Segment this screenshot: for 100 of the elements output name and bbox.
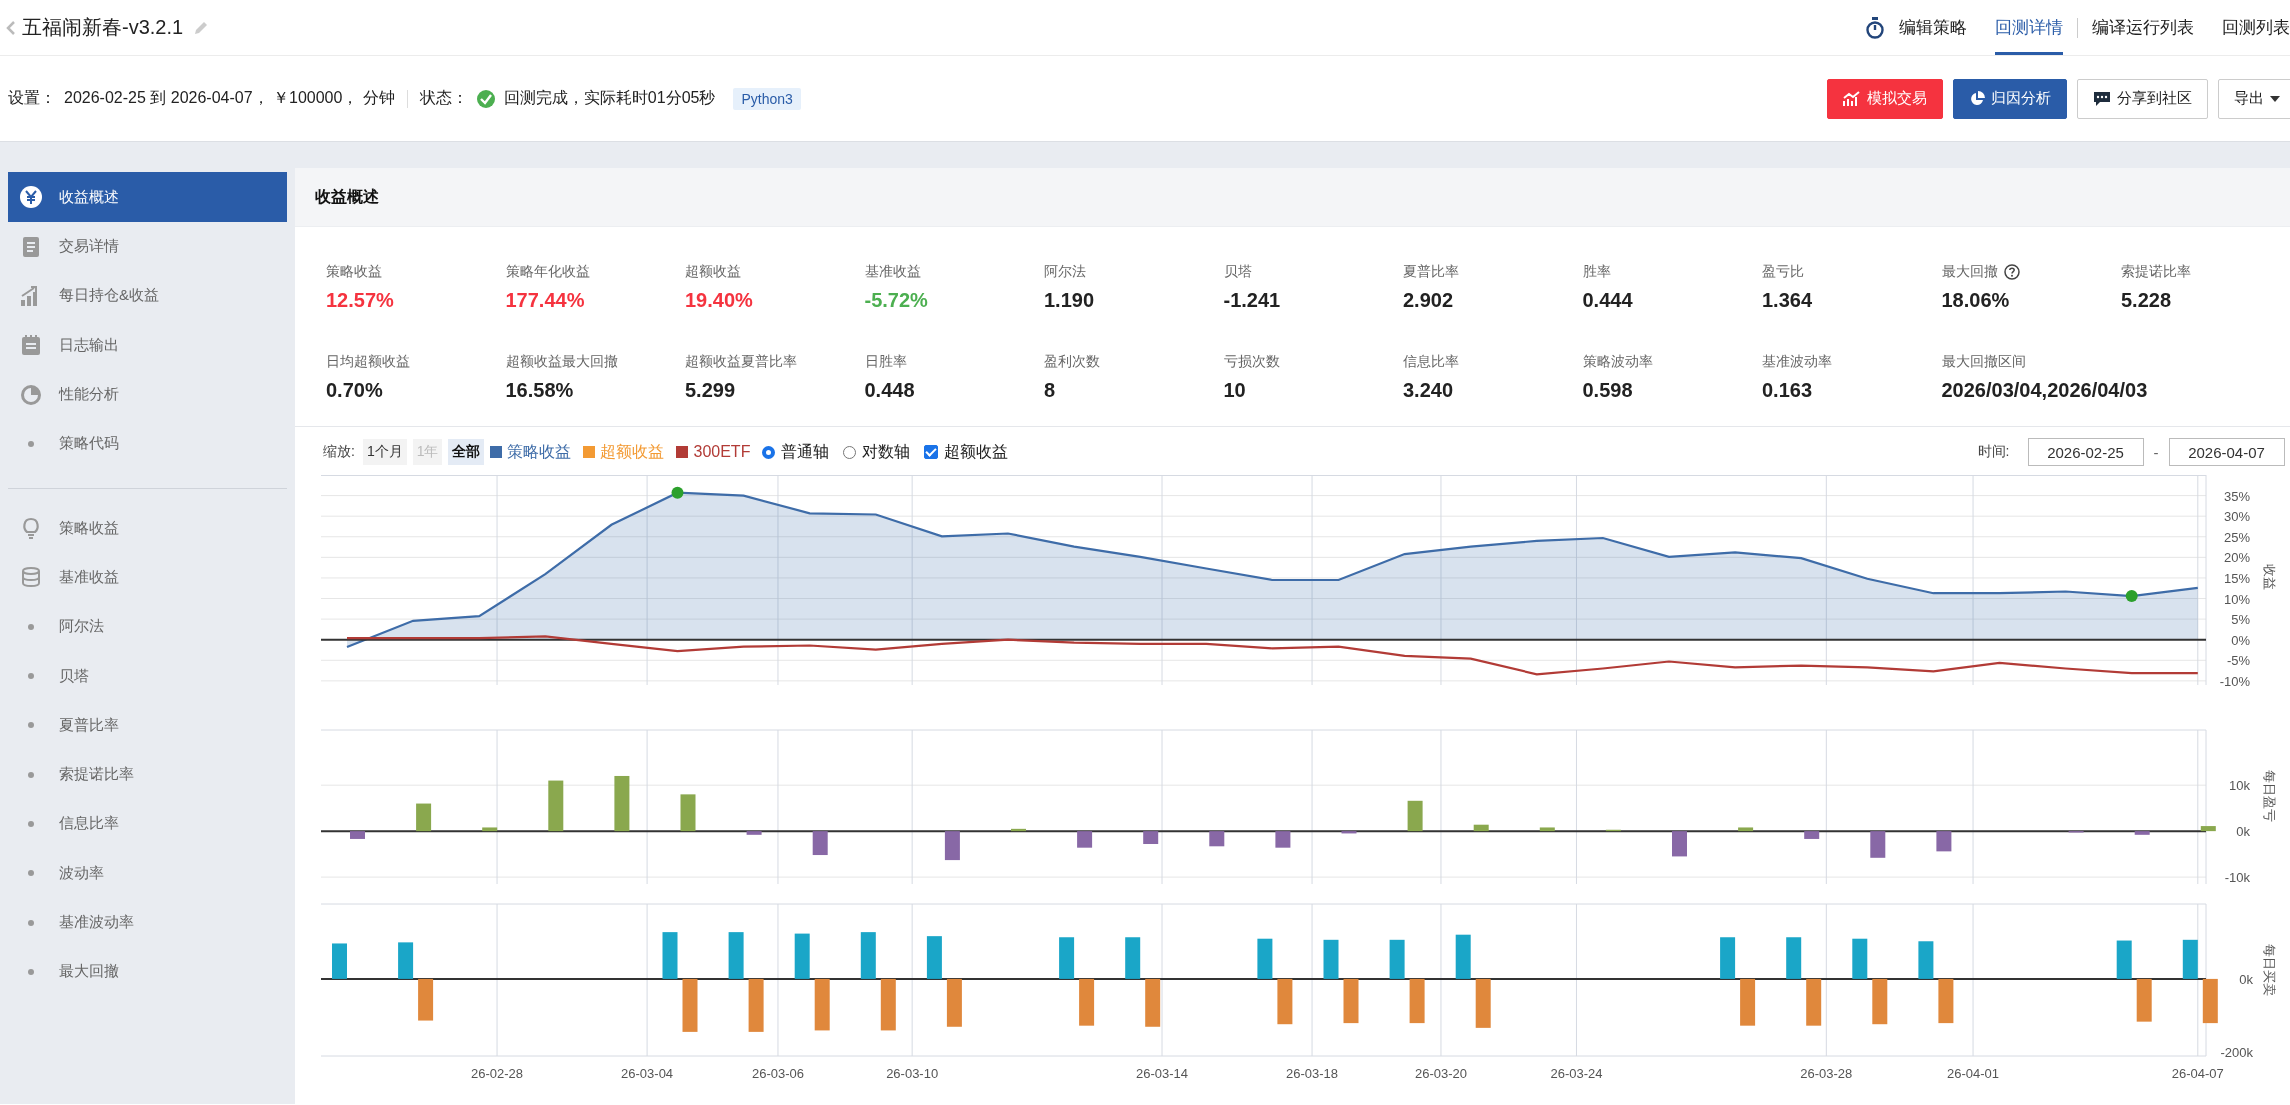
bullet-icon [28, 820, 34, 827]
sidebar-item[interactable]: 基准波动率 [8, 897, 287, 948]
sidebar-item[interactable]: 信息比率 [8, 799, 287, 849]
chart-bar [1341, 831, 1357, 834]
chart-bar [1918, 941, 1934, 979]
sidebar-item[interactable]: 夏普比率 [8, 700, 287, 750]
settings-value: 2026-02-25 到 2026-04-07， ￥100000， 分钟 [64, 88, 395, 108]
axis-label: 26-03-24 [1550, 1066, 1603, 1081]
chart-bar [2134, 831, 2150, 835]
axis-label: 26-03-20 [1414, 1066, 1467, 1081]
chart-bar [416, 803, 432, 832]
sidebar-item[interactable]: 索提诺比率 [8, 749, 287, 800]
axis-label: 26-03-14 [1136, 1066, 1189, 1081]
bullet-icon [28, 771, 34, 778]
metric-label: 最大回撤区间 [1941, 352, 2026, 371]
nav-tab[interactable]: 编辑策略 [1899, 0, 1967, 55]
range-separator: - [2153, 443, 2159, 461]
chart-bar [1407, 800, 1423, 832]
metric-label: 阿尔法 [1044, 263, 1086, 281]
sidebar-item[interactable]: 收益概述 [8, 172, 287, 222]
axis-radio[interactable]: 对数轴 [843, 441, 911, 463]
action-button[interactable]: 模拟交易 [1827, 78, 1943, 119]
language-badge: Python3 [733, 87, 801, 110]
chart-bar [1936, 831, 1952, 852]
sidebar-item[interactable]: 贝塔 [8, 651, 287, 701]
export-dropdown[interactable]: 导出 [2218, 78, 2290, 119]
chart-bar [1277, 978, 1293, 1025]
chart-bar [1389, 939, 1405, 979]
chart-bar [1852, 938, 1868, 979]
pie-icon [1969, 90, 1985, 107]
action-button[interactable]: 归因分析 [1953, 78, 2067, 119]
axis-label: -10k [2224, 870, 2250, 886]
chat-icon [2093, 90, 2111, 107]
axis-label: 0k [2236, 824, 2250, 840]
axis-label: 20% [2223, 550, 2250, 566]
chart-bar [1475, 978, 1491, 1028]
legend-item[interactable]: 300ETF [676, 443, 751, 461]
nav-tab[interactable]: 编译运行列表 [2092, 0, 2194, 55]
status-label: 状态： [419, 88, 468, 108]
chart-bar [1343, 978, 1359, 1024]
chart-bar [2116, 940, 2132, 979]
chart-bar [1059, 937, 1075, 979]
end-date-field[interactable]: 2026-04-07 [2168, 438, 2285, 466]
metric-label: 信息比率 [1403, 352, 1459, 371]
back-icon[interactable] [6, 19, 16, 36]
chart-bar [1872, 978, 1888, 1025]
sidebar-item[interactable]: 策略收益 [8, 503, 287, 553]
chart-bar [1257, 938, 1273, 979]
metric-label: 策略收益 [326, 263, 382, 281]
chart-bar [1409, 978, 1425, 1024]
metric-value: 0.163 [1762, 378, 1813, 402]
time-label: 时间: [1977, 443, 2010, 461]
help-icon[interactable] [2003, 264, 2020, 280]
stopwatch-icon [1865, 16, 1885, 39]
legend-item[interactable]: 策略收益 [490, 441, 572, 463]
chart-bar [1011, 828, 1026, 832]
pencil-icon[interactable] [193, 19, 210, 36]
nav-tab[interactable]: 回测详情 [1995, 0, 2063, 55]
axis-label: 15% [2223, 570, 2250, 586]
chart-bar [746, 831, 762, 835]
chart-bar [680, 794, 696, 832]
sidebar-item[interactable]: 波动率 [8, 848, 287, 898]
sidebar-item[interactable]: 基准收益 [8, 552, 287, 603]
metric-value: 0.444 [1582, 289, 1633, 312]
chart-bar [418, 978, 434, 1021]
excess-checkbox[interactable]: 超额收益 [924, 441, 1009, 463]
sidebar-item[interactable]: 交易详情 [8, 222, 287, 272]
database-icon [22, 567, 40, 588]
chart-bar [1720, 937, 1736, 979]
metric-label: 盈亏比 [1762, 263, 1804, 281]
yen-icon [20, 186, 42, 208]
chart-icon [1843, 90, 1861, 107]
sidebar-item[interactable]: 阿尔法 [8, 602, 287, 652]
metric-value: 12.57% [326, 289, 394, 312]
sidebar-item[interactable]: 每日持仓&收益 [8, 271, 287, 321]
chart-bar [614, 775, 630, 832]
metric-label: 超额收益 [685, 263, 741, 281]
nav-tab[interactable]: 回测列表 [2222, 0, 2290, 55]
chart-bar [2200, 826, 2216, 832]
sidebar-item[interactable]: 日志输出 [8, 320, 287, 370]
chart-bar [1786, 937, 1802, 979]
sidebar-item[interactable]: 性能分析 [8, 369, 287, 420]
sidebar-item[interactable]: 最大回撤 [8, 947, 287, 997]
axis-label: 26-04-01 [1947, 1066, 2000, 1081]
sidebar-item[interactable]: 策略代码 [8, 419, 287, 469]
start-date-field[interactable]: 2026-02-25 [2027, 438, 2144, 466]
chart-bar [1804, 831, 1820, 839]
axis-radio[interactable]: 普通轴 [762, 441, 830, 463]
chart-bar [1079, 978, 1095, 1026]
bullet-icon [28, 919, 34, 926]
chart-bar [1145, 978, 1161, 1027]
chart-bar [1806, 978, 1822, 1026]
zoom-button[interactable]: 全部 [448, 439, 485, 465]
chart-bar [728, 932, 744, 979]
axis-label: 26-04-07 [2171, 1066, 2224, 1081]
action-button[interactable]: 分享到社区 [2077, 78, 2208, 119]
zoom-button[interactable]: 1个月 [362, 439, 407, 465]
metric-value: 18.06% [1941, 289, 2010, 312]
metric-value: 16.58% [505, 378, 574, 402]
metric-label: 基准收益 [864, 263, 921, 281]
